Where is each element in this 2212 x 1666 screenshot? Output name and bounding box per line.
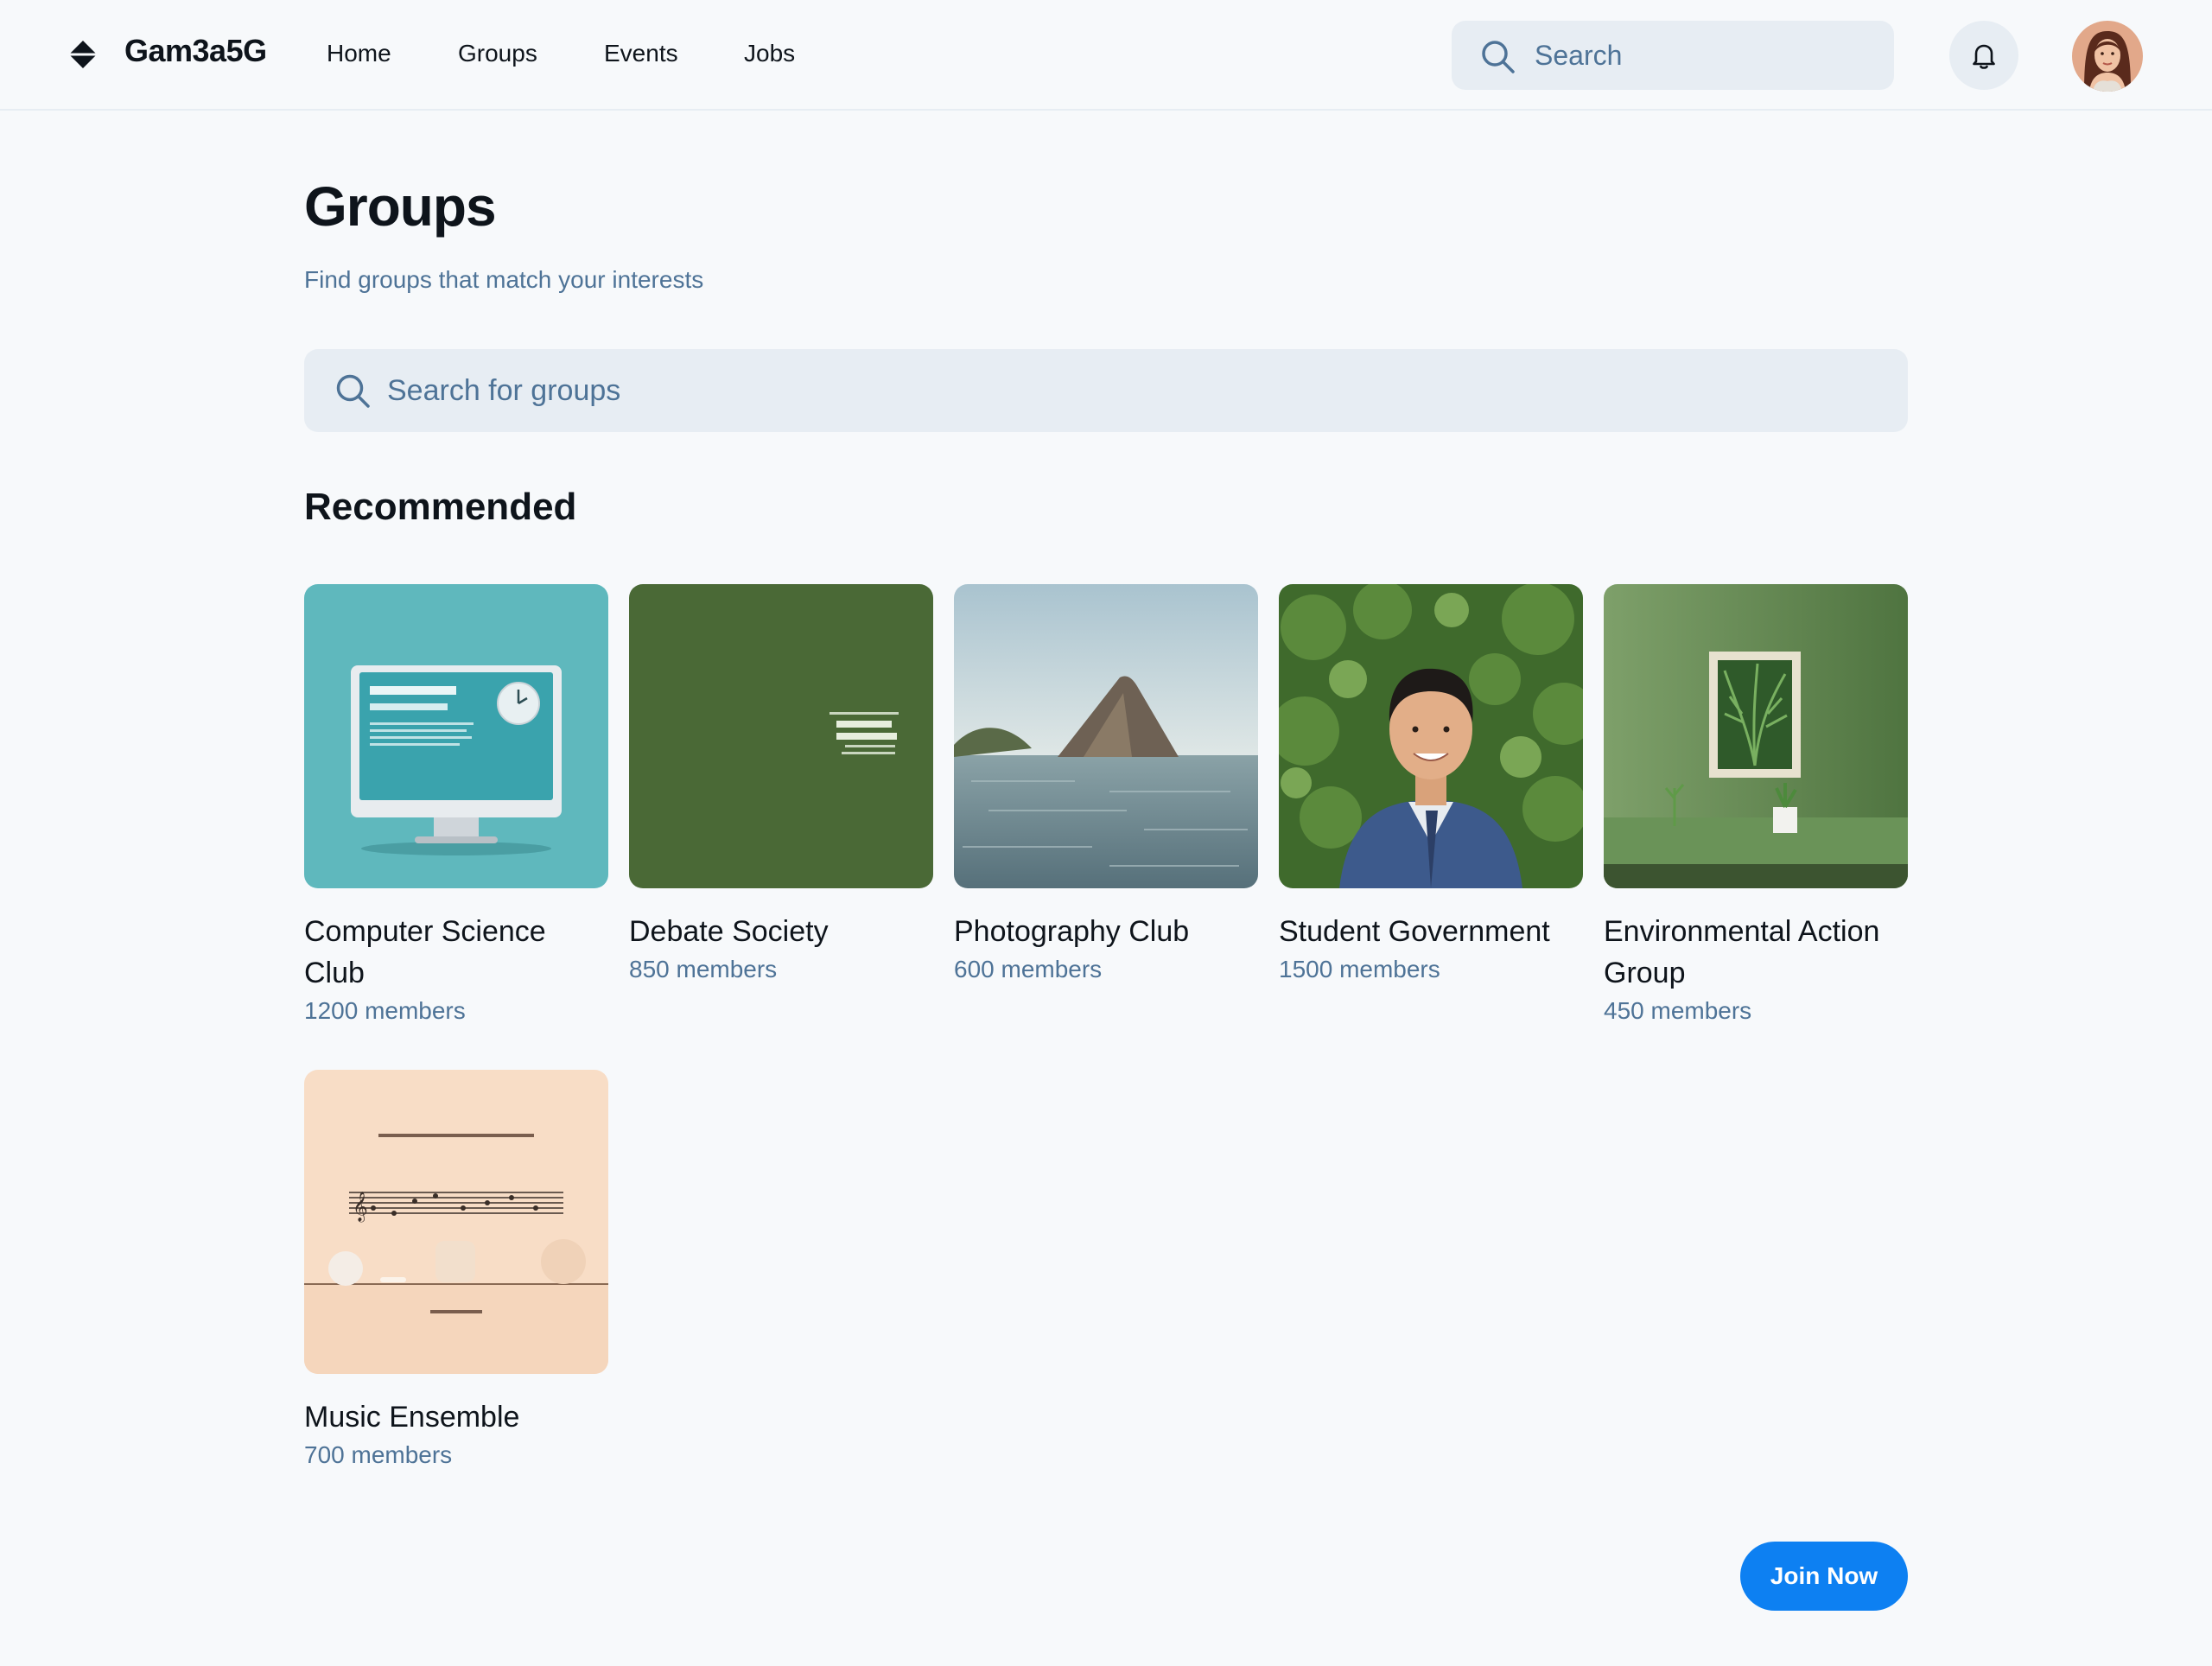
- svg-text:𝄞: 𝄞: [353, 1192, 368, 1223]
- header-search-input[interactable]: [1535, 21, 1880, 90]
- group-card-debate-society[interactable]: Debate Society 850 members: [629, 584, 933, 987]
- music-sheet-image[interactable]: 𝄞: [304, 1070, 608, 1374]
- group-name[interactable]: Computer Science Club: [304, 911, 608, 994]
- group-member-count: 700 members: [304, 1441, 453, 1468]
- page-subtitle: Find groups that match your interests: [304, 266, 704, 293]
- group-search-box[interactable]: [304, 349, 1908, 432]
- group-card-student-government[interactable]: Student Government 1500 members: [1279, 584, 1583, 987]
- computer-monitor-image[interactable]: [304, 584, 608, 888]
- sea-rock-image[interactable]: [954, 584, 1258, 888]
- recommended-heading: Recommended: [304, 486, 577, 528]
- group-name[interactable]: Music Ensemble: [304, 1396, 608, 1438]
- brand-name[interactable]: Gam3a5G: [124, 33, 267, 69]
- framed-plant-image[interactable]: [1604, 584, 1908, 888]
- user-avatar[interactable]: [2072, 21, 2143, 92]
- top-nav-bar: Gam3a5G Home Groups Events Jobs: [0, 0, 2212, 111]
- group-search-input[interactable]: [387, 349, 1873, 432]
- bell-icon: [1973, 44, 1995, 69]
- green-poster-image[interactable]: [629, 584, 933, 888]
- group-name[interactable]: Debate Society: [629, 911, 933, 952]
- group-member-count: 1200 members: [304, 997, 466, 1024]
- group-member-count: 450 members: [1604, 997, 1752, 1024]
- logo-icon[interactable]: [67, 39, 99, 70]
- nav-home[interactable]: Home: [327, 40, 391, 67]
- search-icon: [1482, 41, 1515, 73]
- header-search-box[interactable]: [1452, 21, 1894, 90]
- group-card-computer-science-club[interactable]: Computer Science Club 1200 members: [304, 584, 608, 1028]
- group-card-music-ensemble[interactable]: 𝄞 Music Ensemble 700 members: [304, 1070, 608, 1472]
- student-portrait-image[interactable]: [1279, 584, 1583, 888]
- notifications-button[interactable]: [1949, 21, 2018, 90]
- group-card-photography-club[interactable]: Photography Club 600 members: [954, 584, 1258, 987]
- group-name[interactable]: Environmental Action Group: [1604, 911, 1908, 994]
- search-icon: [336, 374, 370, 408]
- nav-events[interactable]: Events: [604, 40, 678, 67]
- group-card-environmental-action-group[interactable]: Environmental Action Group 450 members: [1604, 584, 1908, 1028]
- group-name[interactable]: Photography Club: [954, 911, 1258, 952]
- join-now-button[interactable]: Join Now: [1740, 1542, 1908, 1611]
- page-title: Groups: [304, 175, 497, 238]
- group-name[interactable]: Student Government: [1279, 911, 1583, 952]
- nav-jobs[interactable]: Jobs: [744, 40, 795, 67]
- group-member-count: 850 members: [629, 956, 778, 982]
- group-member-count: 1500 members: [1279, 956, 1440, 982]
- nav-groups[interactable]: Groups: [458, 40, 537, 67]
- group-member-count: 600 members: [954, 956, 1103, 982]
